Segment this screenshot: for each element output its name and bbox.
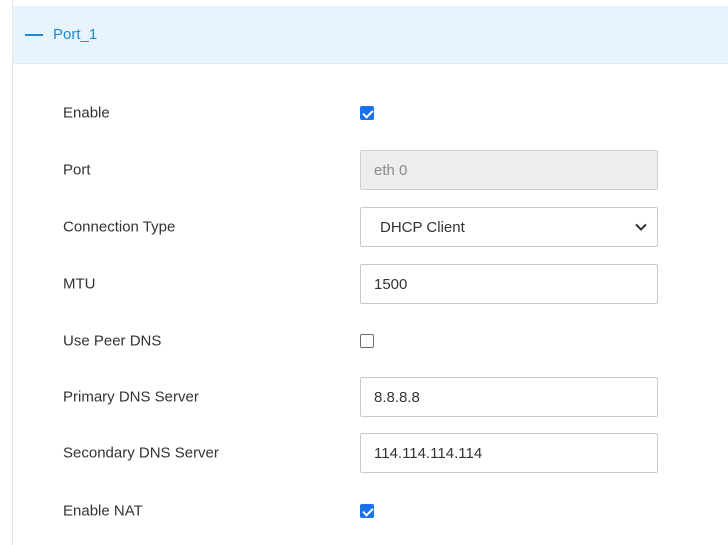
- section-header-port-1[interactable]: Port_1: [13, 6, 728, 64]
- enable-checkbox[interactable]: [360, 106, 374, 120]
- primary-dns-field[interactable]: [360, 377, 658, 417]
- secondary-dns-field[interactable]: [360, 433, 658, 473]
- secondary-dns-label: Secondary DNS Server: [63, 444, 219, 462]
- collapse-minus-icon[interactable]: [25, 33, 43, 36]
- connection-type-select[interactable]: DHCP Client: [360, 207, 658, 247]
- row-enable: Enable: [13, 90, 728, 136]
- port-label: Port: [63, 161, 91, 179]
- row-secondary-dns: Secondary DNS Server: [13, 430, 728, 476]
- enable-label: Enable: [63, 104, 110, 122]
- row-mtu: MTU: [13, 261, 728, 307]
- row-port: Port: [13, 147, 728, 193]
- row-enable-nat: Enable NAT: [13, 488, 728, 534]
- mtu-field[interactable]: [360, 264, 658, 304]
- connection-type-label: Connection Type: [63, 218, 176, 236]
- enable-nat-checkbox[interactable]: [360, 504, 374, 518]
- enable-nat-label: Enable NAT: [63, 502, 143, 520]
- mtu-label: MTU: [63, 275, 96, 293]
- chevron-down-icon: [635, 223, 647, 231]
- row-use-peer-dns: Use Peer DNS: [13, 318, 728, 364]
- row-primary-dns: Primary DNS Server: [13, 374, 728, 420]
- port-panel: Port_1 Enable Port Connection Type DHCP …: [12, 0, 728, 545]
- primary-dns-label: Primary DNS Server: [63, 388, 199, 406]
- use-peer-dns-checkbox[interactable]: [360, 334, 374, 348]
- connection-type-value: DHCP Client: [380, 218, 465, 236]
- section-title: Port_1: [53, 26, 98, 43]
- use-peer-dns-label: Use Peer DNS: [63, 332, 162, 350]
- row-connection-type: Connection Type DHCP Client: [13, 204, 728, 250]
- port-field: [360, 150, 658, 190]
